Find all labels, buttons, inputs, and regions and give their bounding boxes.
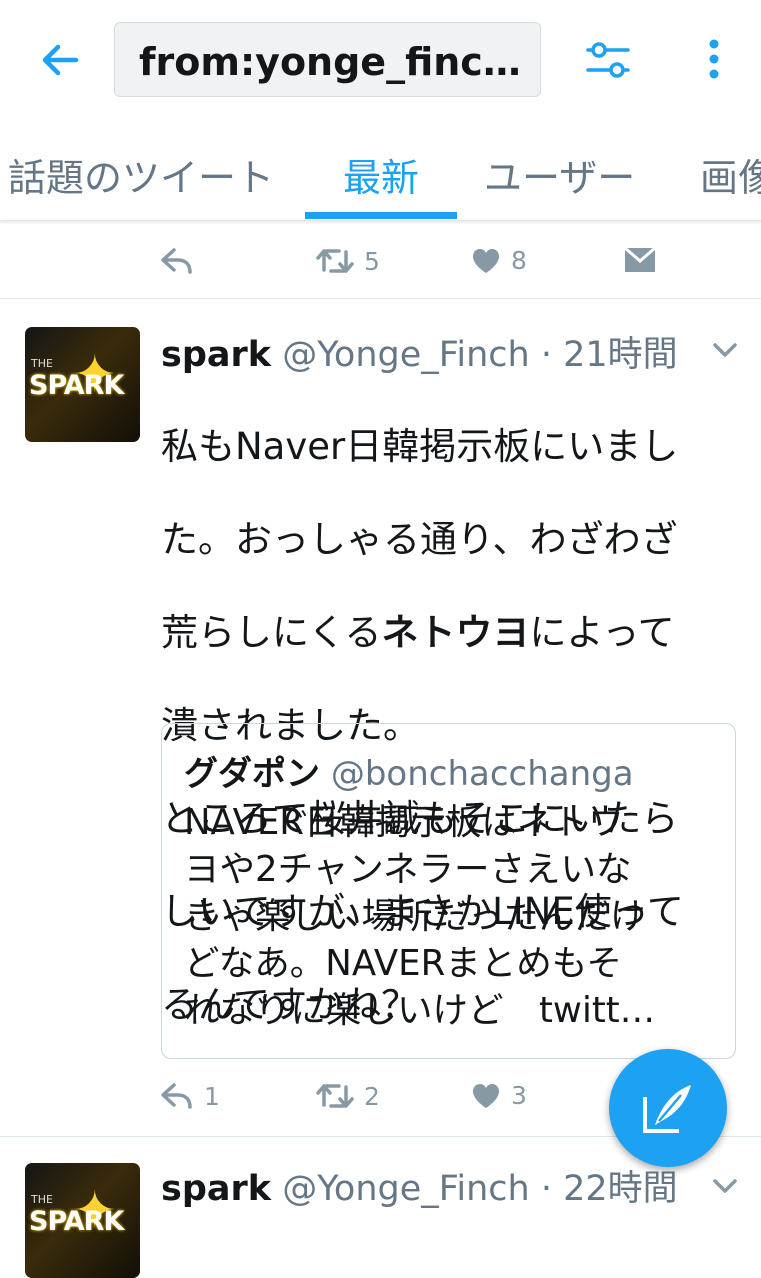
quoted-tweet-text: NAVER日韓掲示板はネトウ ヨや2チャンネラーさえいな きゃ楽しい場所だったん…: [184, 799, 724, 1034]
active-tab-indicator: [305, 212, 457, 219]
back-arrow-icon[interactable]: [38, 38, 82, 82]
more-vertical-icon[interactable]: [700, 38, 728, 82]
search-input[interactable]: from:yonge_finc…: [114, 22, 541, 97]
user-name[interactable]: spark: [161, 1169, 271, 1209]
top-app-bar: from:yonge_finc…: [0, 0, 761, 120]
like-button[interactable]: 3: [471, 1081, 527, 1110]
tab-images[interactable]: 画像: [700, 147, 761, 202]
retweet-icon: [316, 1084, 354, 1108]
reply-icon: [161, 1083, 192, 1109]
tweet-time: · 22時間: [540, 1169, 678, 1209]
quoted-user-handle: @bonchacchanga: [330, 754, 634, 794]
heart-icon: [473, 1083, 499, 1108]
tweet-text-line: 荒らしにくるネトウヨによって: [161, 610, 675, 654]
quoted-text-line: ヨや2チャンネラーさえいな: [184, 849, 632, 890]
retweet-button[interactable]: 2: [316, 1081, 380, 1111]
envelope-icon: [624, 246, 656, 272]
avatar[interactable]: THE ✦ SPARK: [25, 327, 140, 442]
reply-button[interactable]: [160, 246, 194, 276]
quoted-tweet-header: グダポン @bonchacchanga: [184, 746, 634, 795]
highlighted-keyword: ネトウヨ: [381, 610, 530, 654]
like-button[interactable]: 8: [471, 246, 527, 275]
retweet-count: 5: [364, 246, 380, 276]
compose-feather-icon: [643, 1085, 691, 1133]
avatar-logo-text: SPARK: [29, 1206, 124, 1237]
retweet-icon: [316, 249, 354, 273]
direct-message-button[interactable]: [624, 246, 656, 274]
reply-button[interactable]: 1: [160, 1081, 220, 1111]
avatar[interactable]: THE ✦ SPARK: [25, 1163, 140, 1278]
retweet-button[interactable]: 5: [316, 246, 380, 276]
chevron-down-icon[interactable]: [712, 340, 738, 360]
quoted-text-line: きゃ楽しい場所だったんだけ: [184, 896, 646, 937]
tweet-header: spark @Yonge_Finch · 21時間: [161, 326, 678, 377]
retweet-count: 2: [364, 1081, 380, 1111]
quoted-text-line: NAVER日韓掲示板はネトウ: [184, 802, 624, 843]
search-query-text: from:yonge_finc…: [139, 40, 521, 84]
tweet-text-line: 私もNaver日韓掲示板にいまし: [161, 424, 679, 468]
avatar-logo-text: SPARK: [29, 370, 124, 401]
user-handle[interactable]: @Yonge_Finch: [282, 1169, 530, 1209]
heart-icon: [473, 248, 499, 273]
tab-latest[interactable]: 最新: [343, 147, 419, 202]
compose-tweet-button[interactable]: [609, 1049, 727, 1167]
tweet-divider: [0, 298, 761, 299]
like-count: 8: [511, 246, 527, 275]
reply-count: 1: [204, 1081, 220, 1111]
sliders-icon[interactable]: [584, 38, 632, 82]
search-tabs: 話題のツイート 最新 ユーザー 画像: [0, 120, 761, 221]
tweet-header: spark @Yonge_Finch · 22時間: [161, 1160, 678, 1211]
avatar-caption: THE: [31, 357, 53, 370]
tweet-text-line: た。おっしゃる通り、わざわざ: [161, 517, 678, 561]
user-name[interactable]: spark: [161, 335, 271, 375]
quoted-text-line: れなりに楽しいけど twitt…: [184, 990, 656, 1031]
tweet-action-bar: 1 2 3: [160, 1075, 660, 1125]
tab-top-tweets[interactable]: 話題のツイート: [8, 147, 274, 202]
chevron-down-icon[interactable]: [712, 1176, 738, 1196]
reply-icon: [161, 248, 192, 274]
user-handle[interactable]: @Yonge_Finch: [282, 335, 530, 375]
tab-users[interactable]: ユーザー: [484, 147, 635, 202]
prev-tweet-action-bar: 5 8: [160, 240, 660, 290]
quoted-text-line: どなあ。NAVERまとめもそ: [184, 943, 623, 984]
like-count: 3: [511, 1081, 527, 1110]
tweet-time: · 21時間: [540, 335, 678, 375]
quoted-user-name: グダポン: [184, 754, 320, 794]
quoted-tweet-card[interactable]: グダポン @bonchacchanga NAVER日韓掲示板はネトウ ヨや2チャ…: [161, 723, 736, 1059]
